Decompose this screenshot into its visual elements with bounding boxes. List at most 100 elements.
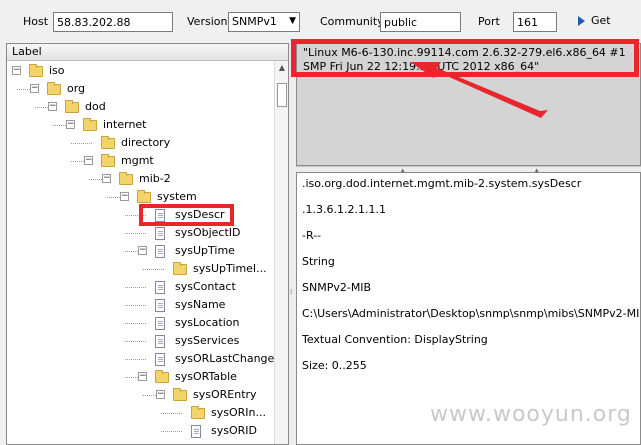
folder-icon (47, 82, 61, 95)
tree-node-sysortable[interactable]: − sysORTable (7, 368, 276, 386)
document-icon (155, 317, 165, 330)
tree-node-mib-2[interactable]: − mib-2 (7, 170, 276, 188)
collapse-toggle-icon[interactable]: − (120, 192, 129, 201)
version-value: SNMPv1 (232, 15, 277, 28)
detail-file-path: C:\Users\Administrator\Desktop\snmp\snmp… (302, 307, 641, 320)
detail-type: String (302, 255, 335, 268)
tree-node-label: sysLocation (175, 316, 240, 329)
watermark-text: www.wooyun.org (430, 402, 632, 427)
chevron-down-icon: ▼ (289, 16, 296, 26)
tree-node-label: sysORIn... (211, 406, 266, 419)
host-input[interactable] (53, 12, 173, 32)
host-label: Host (23, 15, 49, 28)
annotation-box-sysdescr (139, 204, 234, 226)
tree-node-label: sysServices (175, 334, 240, 347)
tree-node-label: dod (85, 100, 106, 113)
play-icon (578, 16, 585, 26)
get-button-label: Get (591, 14, 611, 27)
port-input[interactable] (513, 12, 557, 32)
detail-oid-number: .1.3.6.1.2.1.1.1 (302, 203, 386, 216)
document-icon (155, 245, 165, 258)
collapse-toggle-icon[interactable]: − (30, 84, 39, 93)
tree-scrollbar[interactable]: ▲ (274, 61, 288, 444)
detail-oid-path: .iso.org.dod.internet.mgmt.mib-2.system.… (302, 177, 582, 190)
tree-node-internet[interactable]: − internet (7, 116, 276, 134)
detail-textual-convention: Textual Convention: DisplayString (302, 333, 488, 346)
collapse-toggle-icon[interactable]: − (48, 102, 57, 111)
tree-node-label: sysContact (175, 280, 236, 293)
tree-column-header: Label (7, 44, 288, 61)
collapse-toggle-icon[interactable]: − (138, 372, 147, 381)
scroll-up-icon[interactable]: ▲ (277, 63, 287, 72)
tree-node-dod[interactable]: − dod (7, 98, 276, 116)
mib-tree-panel[interactable]: Label − iso − org − dod − internet directory − mgm… (6, 43, 289, 445)
collapse-toggle-icon[interactable]: − (84, 156, 93, 165)
collapse-toggle-icon[interactable]: − (102, 174, 111, 183)
folder-icon (65, 100, 79, 113)
tree-node-label: sysORTable (175, 370, 237, 383)
version-label: Version (187, 15, 228, 28)
tree-node-sysorlastchange[interactable]: sysORLastChange (7, 350, 276, 368)
document-icon (155, 299, 165, 312)
community-label: Community (320, 15, 384, 28)
tree-node-sysorid[interactable]: sysORID (7, 422, 276, 440)
splitter-grip-icon: ⁞ (290, 288, 293, 296)
folder-icon (173, 262, 187, 275)
tree-node-label: sysOREntry (193, 388, 257, 401)
tree-node-org[interactable]: − org (7, 80, 276, 98)
tree-node-sysorentry[interactable]: − sysOREntry (7, 386, 276, 404)
tree-node-mgmt[interactable]: − mgmt (7, 152, 276, 170)
folder-icon (191, 406, 205, 419)
vertical-splitter[interactable]: ⁞ (289, 43, 296, 445)
collapse-toggle-icon[interactable]: − (12, 66, 21, 75)
port-label: Port (478, 15, 500, 28)
folder-icon (101, 154, 115, 167)
tree-node-label: mgmt (121, 154, 154, 167)
tree-node-sysobjectid[interactable]: sysObjectID (7, 224, 276, 242)
tree-node-label: sysObjectID (175, 226, 241, 239)
tree-node-sysservices[interactable]: sysServices (7, 332, 276, 350)
tree-node-syscontact[interactable]: sysContact (7, 278, 276, 296)
folder-icon (137, 190, 151, 203)
tree-node-label: org (67, 82, 86, 95)
tree-node-label: internet (103, 118, 147, 131)
collapse-toggle-icon[interactable]: − (156, 390, 165, 399)
detail-access: -R-- (302, 229, 322, 242)
community-input[interactable] (380, 12, 461, 32)
folder-icon (101, 136, 115, 149)
tree-node-label: directory (121, 136, 171, 149)
detail-size: Size: 0..255 (302, 359, 367, 372)
toolbar: Host Version SNMPv1 ▼ Community Port Get (0, 0, 641, 42)
document-icon (191, 425, 201, 438)
document-icon (155, 227, 165, 240)
version-select[interactable]: SNMPv1 ▼ (228, 12, 300, 32)
tree-node-label: sysUpTimeI... (193, 262, 267, 275)
document-icon (155, 335, 165, 348)
tree-node-label: mib-2 (139, 172, 171, 185)
document-icon (155, 353, 165, 366)
tree-node-sysuptime[interactable]: − sysUpTime (7, 242, 276, 260)
detail-module: SNMPv2-MIB (302, 281, 372, 294)
folder-icon (155, 370, 169, 383)
folder-icon (29, 64, 43, 77)
tree-node-label: sysUpTime (175, 244, 235, 257)
folder-icon (83, 118, 97, 131)
annotation-box-result (291, 39, 639, 77)
tree-node-label: sysORID (211, 424, 257, 437)
tree-node-syslocation[interactable]: sysLocation (7, 314, 276, 332)
tree-node-directory[interactable]: directory (7, 134, 276, 152)
get-button[interactable]: Get (578, 14, 628, 32)
tree-node-label: sysORLastChange (175, 352, 275, 365)
folder-icon (173, 388, 187, 401)
document-icon (155, 281, 165, 294)
tree-node-sysorin[interactable]: sysORIn... (7, 404, 276, 422)
collapse-toggle-icon[interactable]: − (138, 246, 147, 255)
tree-node-sysuptimei[interactable]: sysUpTimeI... (7, 260, 276, 278)
tree-node-iso[interactable]: − iso (7, 62, 276, 80)
tree-node-label: sysName (175, 298, 226, 311)
scroll-thumb[interactable] (277, 83, 287, 107)
collapse-toggle-icon[interactable]: − (66, 120, 75, 129)
tree-node-label: iso (49, 64, 65, 77)
tree-node-sysname[interactable]: sysName (7, 296, 276, 314)
folder-icon (119, 172, 133, 185)
